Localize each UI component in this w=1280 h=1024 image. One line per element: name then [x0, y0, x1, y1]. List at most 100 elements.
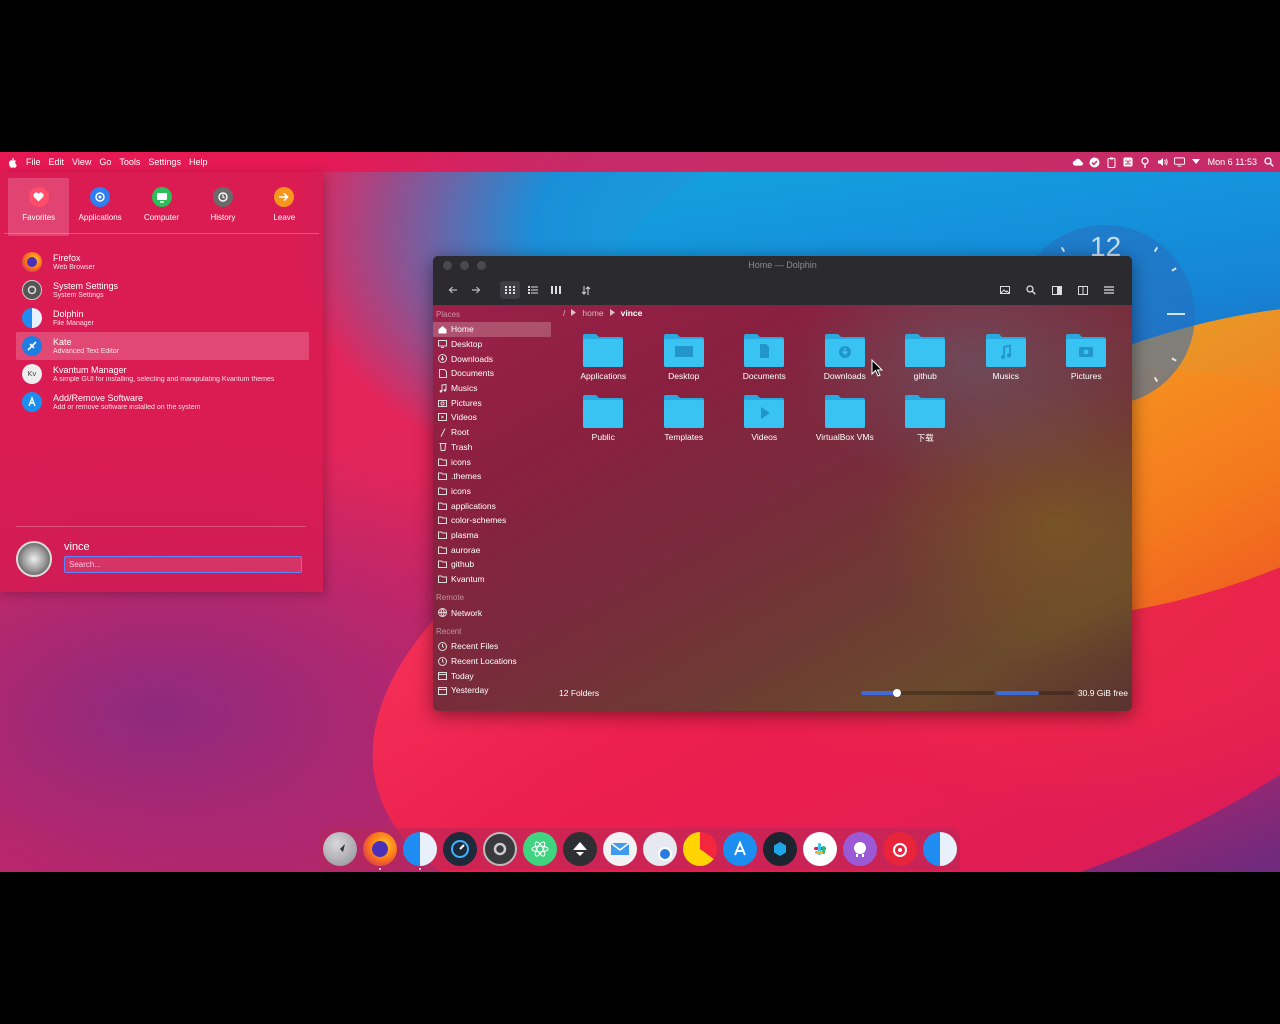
tab-computer[interactable]: Computer [131, 178, 192, 236]
netease-icon[interactable] [883, 832, 917, 866]
menu-tools[interactable]: Tools [119, 157, 140, 167]
atom-icon[interactable] [523, 832, 557, 866]
folder-item[interactable]: Desktop [644, 332, 725, 381]
place-recent-files[interactable]: Recent Files [433, 639, 553, 654]
hamburger-menu-icon[interactable] [1099, 281, 1119, 299]
place-github[interactable]: github [433, 557, 553, 572]
place-network[interactable]: Network [433, 605, 553, 620]
place-kvantum[interactable]: Kvantum [433, 572, 553, 587]
app-name: Firefox [53, 252, 81, 263]
location-pin-icon[interactable] [1140, 156, 1151, 168]
speedometer-icon[interactable] [443, 832, 477, 866]
disk-icon[interactable] [643, 832, 677, 866]
firefox-icon[interactable] [363, 832, 397, 870]
camera-icon [438, 398, 447, 407]
place-today[interactable]: Today [433, 668, 553, 683]
list-item-firefox[interactable]: Firefox Web Browser [16, 248, 309, 276]
folder-item[interactable]: github [885, 332, 966, 381]
place-trash[interactable]: Trash [433, 440, 553, 455]
folder-item[interactable]: Public [563, 393, 644, 444]
menu-go[interactable]: Go [99, 157, 111, 167]
menu-file[interactable]: File [26, 157, 41, 167]
keyboard-command-icon[interactable]: ⌘ [1123, 157, 1134, 168]
split-view-icon[interactable] [1073, 281, 1093, 299]
zoom-slider[interactable] [860, 689, 994, 697]
place-root[interactable]: Root [433, 425, 553, 440]
sort-icon[interactable] [576, 281, 596, 299]
place-aurorae[interactable]: aurorae [433, 542, 553, 557]
place-applications[interactable]: applications [433, 498, 553, 513]
tab-applications[interactable]: Applications [69, 178, 130, 236]
place-plasma[interactable]: plasma [433, 528, 553, 543]
place-icons-2[interactable]: icons [433, 484, 553, 499]
menu-view[interactable]: View [72, 157, 91, 167]
window-titlebar[interactable]: Home — Dolphin [433, 256, 1132, 275]
volume-icon[interactable] [1157, 157, 1168, 168]
list-item-system-settings[interactable]: System Settings System Settings [16, 276, 309, 304]
place-videos[interactable]: Videos [433, 410, 553, 425]
folder-item[interactable]: 下载 [885, 393, 966, 444]
folder-item[interactable]: Videos [724, 393, 805, 444]
folder-item[interactable]: Templates [644, 393, 725, 444]
list-item-dolphin[interactable]: Dolphin File Manager [16, 304, 309, 332]
clipboard-icon[interactable] [1106, 157, 1117, 168]
appstore-icon[interactable] [723, 832, 757, 866]
search-icon[interactable] [1021, 281, 1041, 299]
cloud-sync-icon[interactable] [1072, 157, 1083, 168]
zoom-slider-handle[interactable] [892, 689, 901, 697]
breadcrumb-home[interactable]: home [582, 308, 603, 318]
folder-item[interactable]: VirtualBox VMs [805, 393, 886, 444]
preview-icon[interactable] [995, 281, 1015, 299]
virtualbox-icon[interactable] [763, 832, 797, 866]
search-icon[interactable] [1263, 157, 1274, 168]
github-icon[interactable] [843, 832, 877, 866]
settings-icon[interactable] [483, 832, 517, 866]
place-pictures[interactable]: Pictures [433, 395, 553, 410]
check-circle-icon[interactable] [1089, 157, 1100, 168]
pie-icon[interactable] [683, 832, 717, 866]
avatar[interactable] [16, 541, 52, 577]
place-desktop[interactable]: Desktop [433, 337, 553, 352]
finder-icon[interactable] [403, 832, 437, 870]
folder-item[interactable]: Pictures [1046, 332, 1127, 381]
folder-item[interactable]: Applications [563, 332, 644, 381]
place-icons[interactable]: icons [433, 454, 553, 469]
icons-view-button[interactable] [500, 281, 520, 299]
menu-edit[interactable]: Edit [49, 157, 65, 167]
list-item-add-remove-software[interactable]: Add/Remove Software Add or remove softwar… [16, 388, 309, 416]
breadcrumb-root[interactable]: / [563, 308, 565, 318]
compact-view-button[interactable] [546, 281, 566, 299]
launchpad-icon[interactable] [323, 832, 357, 866]
menu-settings[interactable]: Settings [148, 157, 181, 167]
tab-history[interactable]: History [192, 178, 253, 236]
place-yesterday[interactable]: Yesterday [433, 683, 553, 698]
place-musics[interactable]: Musics [433, 381, 553, 396]
folder-item[interactable]: Documents [724, 332, 805, 381]
place-downloads[interactable]: Downloads [433, 351, 553, 366]
details-view-button[interactable] [523, 281, 543, 299]
inkscape-icon[interactable] [563, 832, 597, 866]
panel-icon[interactable] [1047, 281, 1067, 299]
place-color-schemes[interactable]: color-schemes [433, 513, 553, 528]
breadcrumb-current[interactable]: vince [621, 308, 643, 318]
list-item-kate[interactable]: Kate Advanced Text Editor [16, 332, 309, 360]
finder-icon[interactable] [923, 832, 957, 866]
mail-icon[interactable] [603, 832, 637, 866]
tab-leave[interactable]: Leave [254, 178, 315, 236]
search-input[interactable] [64, 556, 302, 573]
clock-label[interactable]: Mon 6 11:53 [1208, 157, 1257, 167]
chevron-down-icon[interactable] [1191, 157, 1202, 168]
menu-help[interactable]: Help [189, 157, 208, 167]
list-item-kvantum-manager[interactable]: Kv Kvantum Manager A simple GUI for insta… [16, 360, 309, 388]
place-documents[interactable]: Documents [433, 366, 553, 381]
display-icon[interactable] [1173, 157, 1185, 168]
folder-item[interactable]: Musics [966, 332, 1047, 381]
place-home[interactable]: Home [433, 322, 551, 337]
slack-icon[interactable] [803, 832, 837, 866]
apple-logo-icon[interactable] [6, 156, 18, 168]
place-recent-locations[interactable]: Recent Locations [433, 654, 553, 669]
tab-favorites[interactable]: Favorites [8, 178, 70, 236]
forward-button[interactable] [466, 281, 486, 299]
place-themes[interactable]: .themes [433, 469, 553, 484]
back-button[interactable] [443, 281, 463, 299]
